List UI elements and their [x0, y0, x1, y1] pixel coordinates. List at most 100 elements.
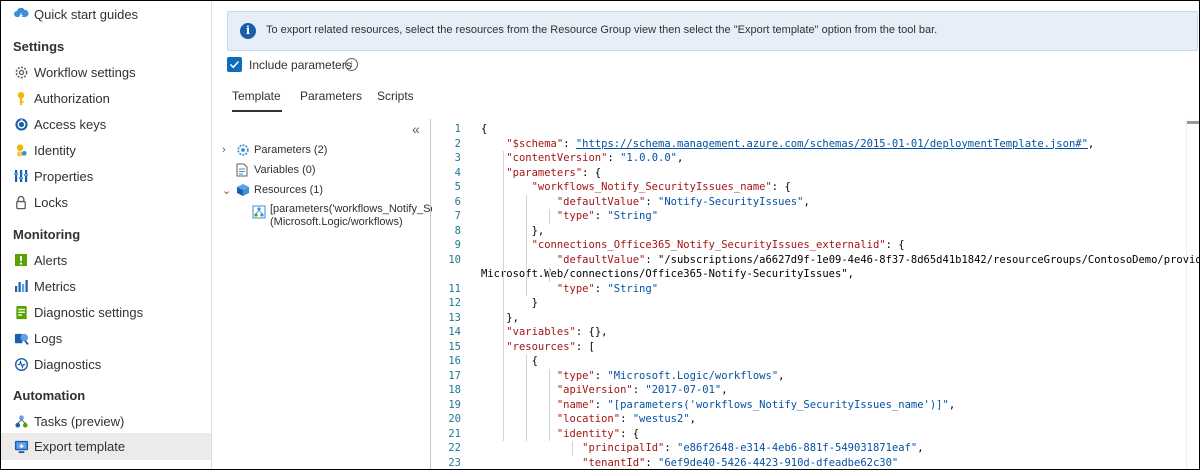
- code-text: }: [481, 297, 538, 309]
- sidebar-item-workflow-settings[interactable]: Workflow settings: [1, 59, 211, 85]
- line-number: 17: [448, 369, 461, 382]
- sidebar-item-label: Tasks (preview): [34, 413, 125, 429]
- sidebar-item-label: Quick start guides: [34, 6, 139, 22]
- sidebar-item-label: Authorization: [34, 90, 110, 106]
- indent-guide: [572, 441, 573, 456]
- code-text: "defaultValue": "Notify-SecurityIssues",: [556, 195, 810, 208]
- code-text: "parameters": {: [506, 166, 602, 179]
- code-line: 19 "name": "[parameters('workflows_Notif…: [431, 398, 1199, 413]
- line-number: 14: [448, 326, 461, 338]
- template-tree: « › Parameters (2) Variables (0) ⌄ Resou…: [222, 119, 432, 469]
- include-parameters-checkbox[interactable]: [227, 57, 242, 72]
- code-line: 7 "type": "String": [431, 209, 1199, 224]
- tree-node-resource-workflow[interactable]: [parameters('workflows_Notify_SecurityIs…: [252, 203, 432, 233]
- tab-parameters[interactable]: Parameters: [300, 89, 362, 103]
- indent-guide: [549, 267, 550, 282]
- sidebar-item-alerts[interactable]: Alerts: [1, 247, 211, 273]
- info-tooltip-icon[interactable]: i: [345, 58, 358, 71]
- code-text: "apiVersion": "2017-07-01",: [556, 384, 728, 396]
- line-number: 3: [454, 152, 461, 164]
- properties-icon: [13, 168, 29, 184]
- line-number: 7: [454, 210, 461, 222]
- sidebar-item-properties[interactable]: Properties: [1, 163, 211, 189]
- sidebar-item-quick-start-guides[interactable]: Quick start guides: [1, 1, 211, 27]
- code-line: 13 },: [431, 311, 1199, 326]
- sidebar-item-access-keys[interactable]: Access keys: [1, 111, 211, 137]
- code-text: Microsoft.Web/connections/Office365-Noti…: [481, 268, 854, 280]
- chevron-down-icon[interactable]: ⌄: [222, 184, 232, 197]
- code-line: 11 "type": "String": [431, 282, 1199, 297]
- sidebar-item-metrics[interactable]: Metrics: [1, 273, 211, 299]
- code-editor[interactable]: 1{2 "$schema": "https://schema.managemen…: [430, 119, 1199, 469]
- tab-template[interactable]: Template: [232, 89, 281, 103]
- line-number: 21: [448, 427, 461, 440]
- code-text: "workflows_Notify_SecurityIssues_name": …: [531, 181, 791, 193]
- line-number: 15: [448, 340, 461, 353]
- main-content: i To export related resources, select th…: [212, 1, 1199, 469]
- info-message: To export related resources, select the …: [266, 24, 938, 36]
- code-line: 22 "principalId": "e86f2648-e314-4eb6-88…: [431, 441, 1199, 456]
- logic-app-icon: [252, 205, 266, 219]
- chevron-right-icon[interactable]: ›: [222, 144, 232, 156]
- diagnostic-settings-icon: [13, 304, 29, 320]
- cube-icon: [236, 183, 250, 197]
- line-number: 2: [454, 137, 461, 150]
- tree-node-label: Parameters (2): [254, 144, 328, 156]
- code-text: "variables": {},: [506, 326, 608, 338]
- sidebar-item-diagnostic-settings[interactable]: Diagnostic settings: [1, 299, 211, 325]
- code-line: 17 "type": "Microsoft.Logic/workflows",: [431, 369, 1199, 384]
- code-text: "resources": [: [506, 340, 595, 353]
- sidebar-item-diagnostics[interactable]: Diagnostics: [1, 351, 211, 377]
- sidebar-item-identity[interactable]: Identity: [1, 137, 211, 163]
- line-number: 18: [448, 384, 461, 396]
- line-number: 13: [448, 311, 461, 324]
- logs-icon: [13, 330, 29, 346]
- sidebar-item-tasks-preview[interactable]: Tasks (preview): [1, 408, 211, 434]
- code-line: 9 "connections_Office365_Notify_Security…: [431, 238, 1199, 253]
- cloud-lightning-icon: [13, 6, 29, 22]
- code-line: 2 "$schema": "https://schema.management.…: [431, 137, 1199, 152]
- export-template-icon: [13, 439, 29, 455]
- code-text: },: [481, 311, 519, 324]
- line-number: 12: [448, 297, 461, 309]
- section-title-automation: Automation: [13, 388, 86, 403]
- code-text: "contentVersion": "1.0.0.0",: [506, 152, 684, 164]
- code-text: "connections_Office365_Notify_SecurityIs…: [531, 239, 905, 251]
- tree-node-label: Variables (0): [254, 164, 316, 176]
- line-number: 16: [448, 355, 461, 367]
- indent-guide: [549, 209, 550, 224]
- sidebar-item-authorization[interactable]: Authorization: [1, 85, 211, 111]
- line-number: 9: [454, 239, 461, 251]
- code-text: "location": "westus2",: [556, 413, 696, 425]
- gear-icon: [13, 64, 29, 80]
- resource-name: [parameters('workflows_Notify_SecurityIs…: [270, 203, 432, 215]
- code-line: 16 {: [431, 354, 1199, 369]
- code-text: "type": "String": [556, 282, 659, 295]
- access-keys-icon: [13, 116, 29, 132]
- sidebar-item-export-template[interactable]: Export template: [1, 433, 211, 460]
- collapse-pane-button[interactable]: «: [412, 121, 420, 137]
- line-number: 8: [454, 224, 461, 237]
- section-title-settings: Settings: [13, 39, 65, 54]
- include-parameters-label[interactable]: Include parameters: [249, 58, 352, 72]
- code-text: "identity": {: [556, 427, 640, 440]
- code-line: 18 "apiVersion": "2017-07-01",: [431, 383, 1199, 398]
- sidebar-item-label: Alerts: [34, 252, 68, 268]
- code-text: "principalId": "e86f2648-e314-4eb6-881f-…: [582, 442, 924, 454]
- diagnostics-icon: [13, 356, 29, 372]
- indent-guide: [549, 368, 550, 441]
- line-number: 22: [448, 442, 461, 454]
- sidebar-item-label: Properties: [34, 168, 94, 184]
- code-line: 10 "defaultValue": "/subscriptions/a6627…: [431, 253, 1199, 268]
- active-tab-indicator: [232, 110, 282, 112]
- sidebar-item-label: Export template: [34, 439, 126, 454]
- sidebar-item-logs[interactable]: Logs: [1, 325, 211, 351]
- code-line: 21 "identity": {: [431, 427, 1199, 442]
- code-line: 5 "workflows_Notify_SecurityIssues_name"…: [431, 180, 1199, 195]
- sidebar-item-locks[interactable]: Locks: [1, 189, 211, 215]
- line-number: 23: [448, 456, 461, 469]
- metrics-icon: [13, 278, 29, 294]
- code-text: "type": "String": [556, 210, 659, 222]
- tab-scripts[interactable]: Scripts: [377, 89, 414, 103]
- identity-icon: [13, 142, 29, 158]
